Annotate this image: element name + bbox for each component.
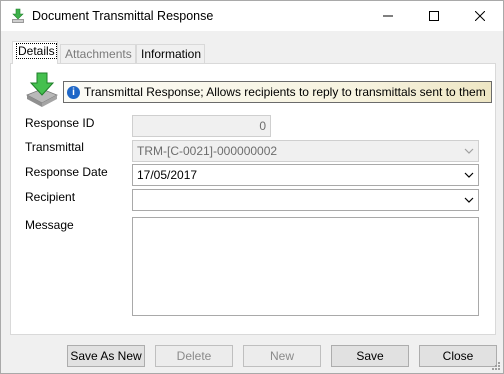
close-icon — [475, 11, 485, 21]
transmittal-dropdown-button — [460, 142, 477, 160]
tab-attachments[interactable]: Attachments — [60, 44, 136, 63]
resize-grip-icon[interactable] — [491, 361, 501, 371]
dialog-window: Document Transmittal Response Details At… — [0, 0, 504, 374]
save-as-new-button[interactable]: Save As New — [67, 345, 145, 367]
tab-information-label: Information — [141, 47, 202, 61]
transmittal-label: Transmittal — [25, 140, 84, 154]
details-panel: i Transmittal Response; Allows recipient… — [10, 63, 496, 335]
response-id-label: Response ID — [25, 116, 95, 130]
close-button[interactable]: Close — [419, 345, 497, 367]
response-id-value: 0 — [259, 119, 266, 133]
banner-text: Transmittal Response; Allows recipients … — [84, 85, 486, 99]
maximize-icon — [429, 11, 439, 21]
info-banner: i Transmittal Response; Allows recipient… — [63, 81, 492, 103]
download-arrow-icon — [12, 8, 24, 23]
chevron-down-icon — [464, 172, 474, 178]
tab-details-label: Details — [16, 43, 57, 59]
chevron-down-icon — [464, 148, 474, 154]
delete-button[interactable]: Delete — [155, 345, 233, 367]
message-label: Message — [25, 218, 74, 232]
chevron-down-icon — [464, 197, 474, 203]
response-date-value: 17/05/2017 — [137, 168, 198, 182]
tab-details[interactable]: Details — [12, 41, 58, 64]
minimize-button[interactable] — [365, 1, 411, 31]
minimize-icon — [383, 15, 393, 17]
close-window-button[interactable] — [457, 1, 503, 31]
message-textarea[interactable] — [132, 217, 479, 316]
new-button[interactable]: New — [243, 345, 321, 367]
download-tray-icon — [26, 72, 58, 107]
save-button[interactable]: Save — [331, 345, 409, 367]
response-date-picker[interactable]: 17/05/2017 — [132, 164, 479, 186]
response-date-label: Response Date — [25, 165, 108, 179]
recipient-select[interactable] — [132, 189, 479, 211]
transmittal-value: TRM-[C-0021]-000000002 — [137, 144, 278, 158]
info-icon: i — [67, 85, 80, 99]
tab-attachments-label: Attachments — [65, 47, 132, 61]
title-bar[interactable]: Document Transmittal Response — [1, 1, 503, 31]
recipient-label: Recipient — [25, 190, 76, 204]
recipient-dropdown-button[interactable] — [460, 191, 477, 209]
transmittal-select: TRM-[C-0021]-000000002 — [132, 140, 479, 162]
tab-information[interactable]: Information — [136, 44, 205, 63]
response-date-dropdown-button[interactable] — [460, 166, 477, 184]
response-id-field: 0 — [132, 115, 271, 137]
maximize-button[interactable] — [411, 1, 457, 31]
window-title: Document Transmittal Response — [32, 9, 214, 23]
